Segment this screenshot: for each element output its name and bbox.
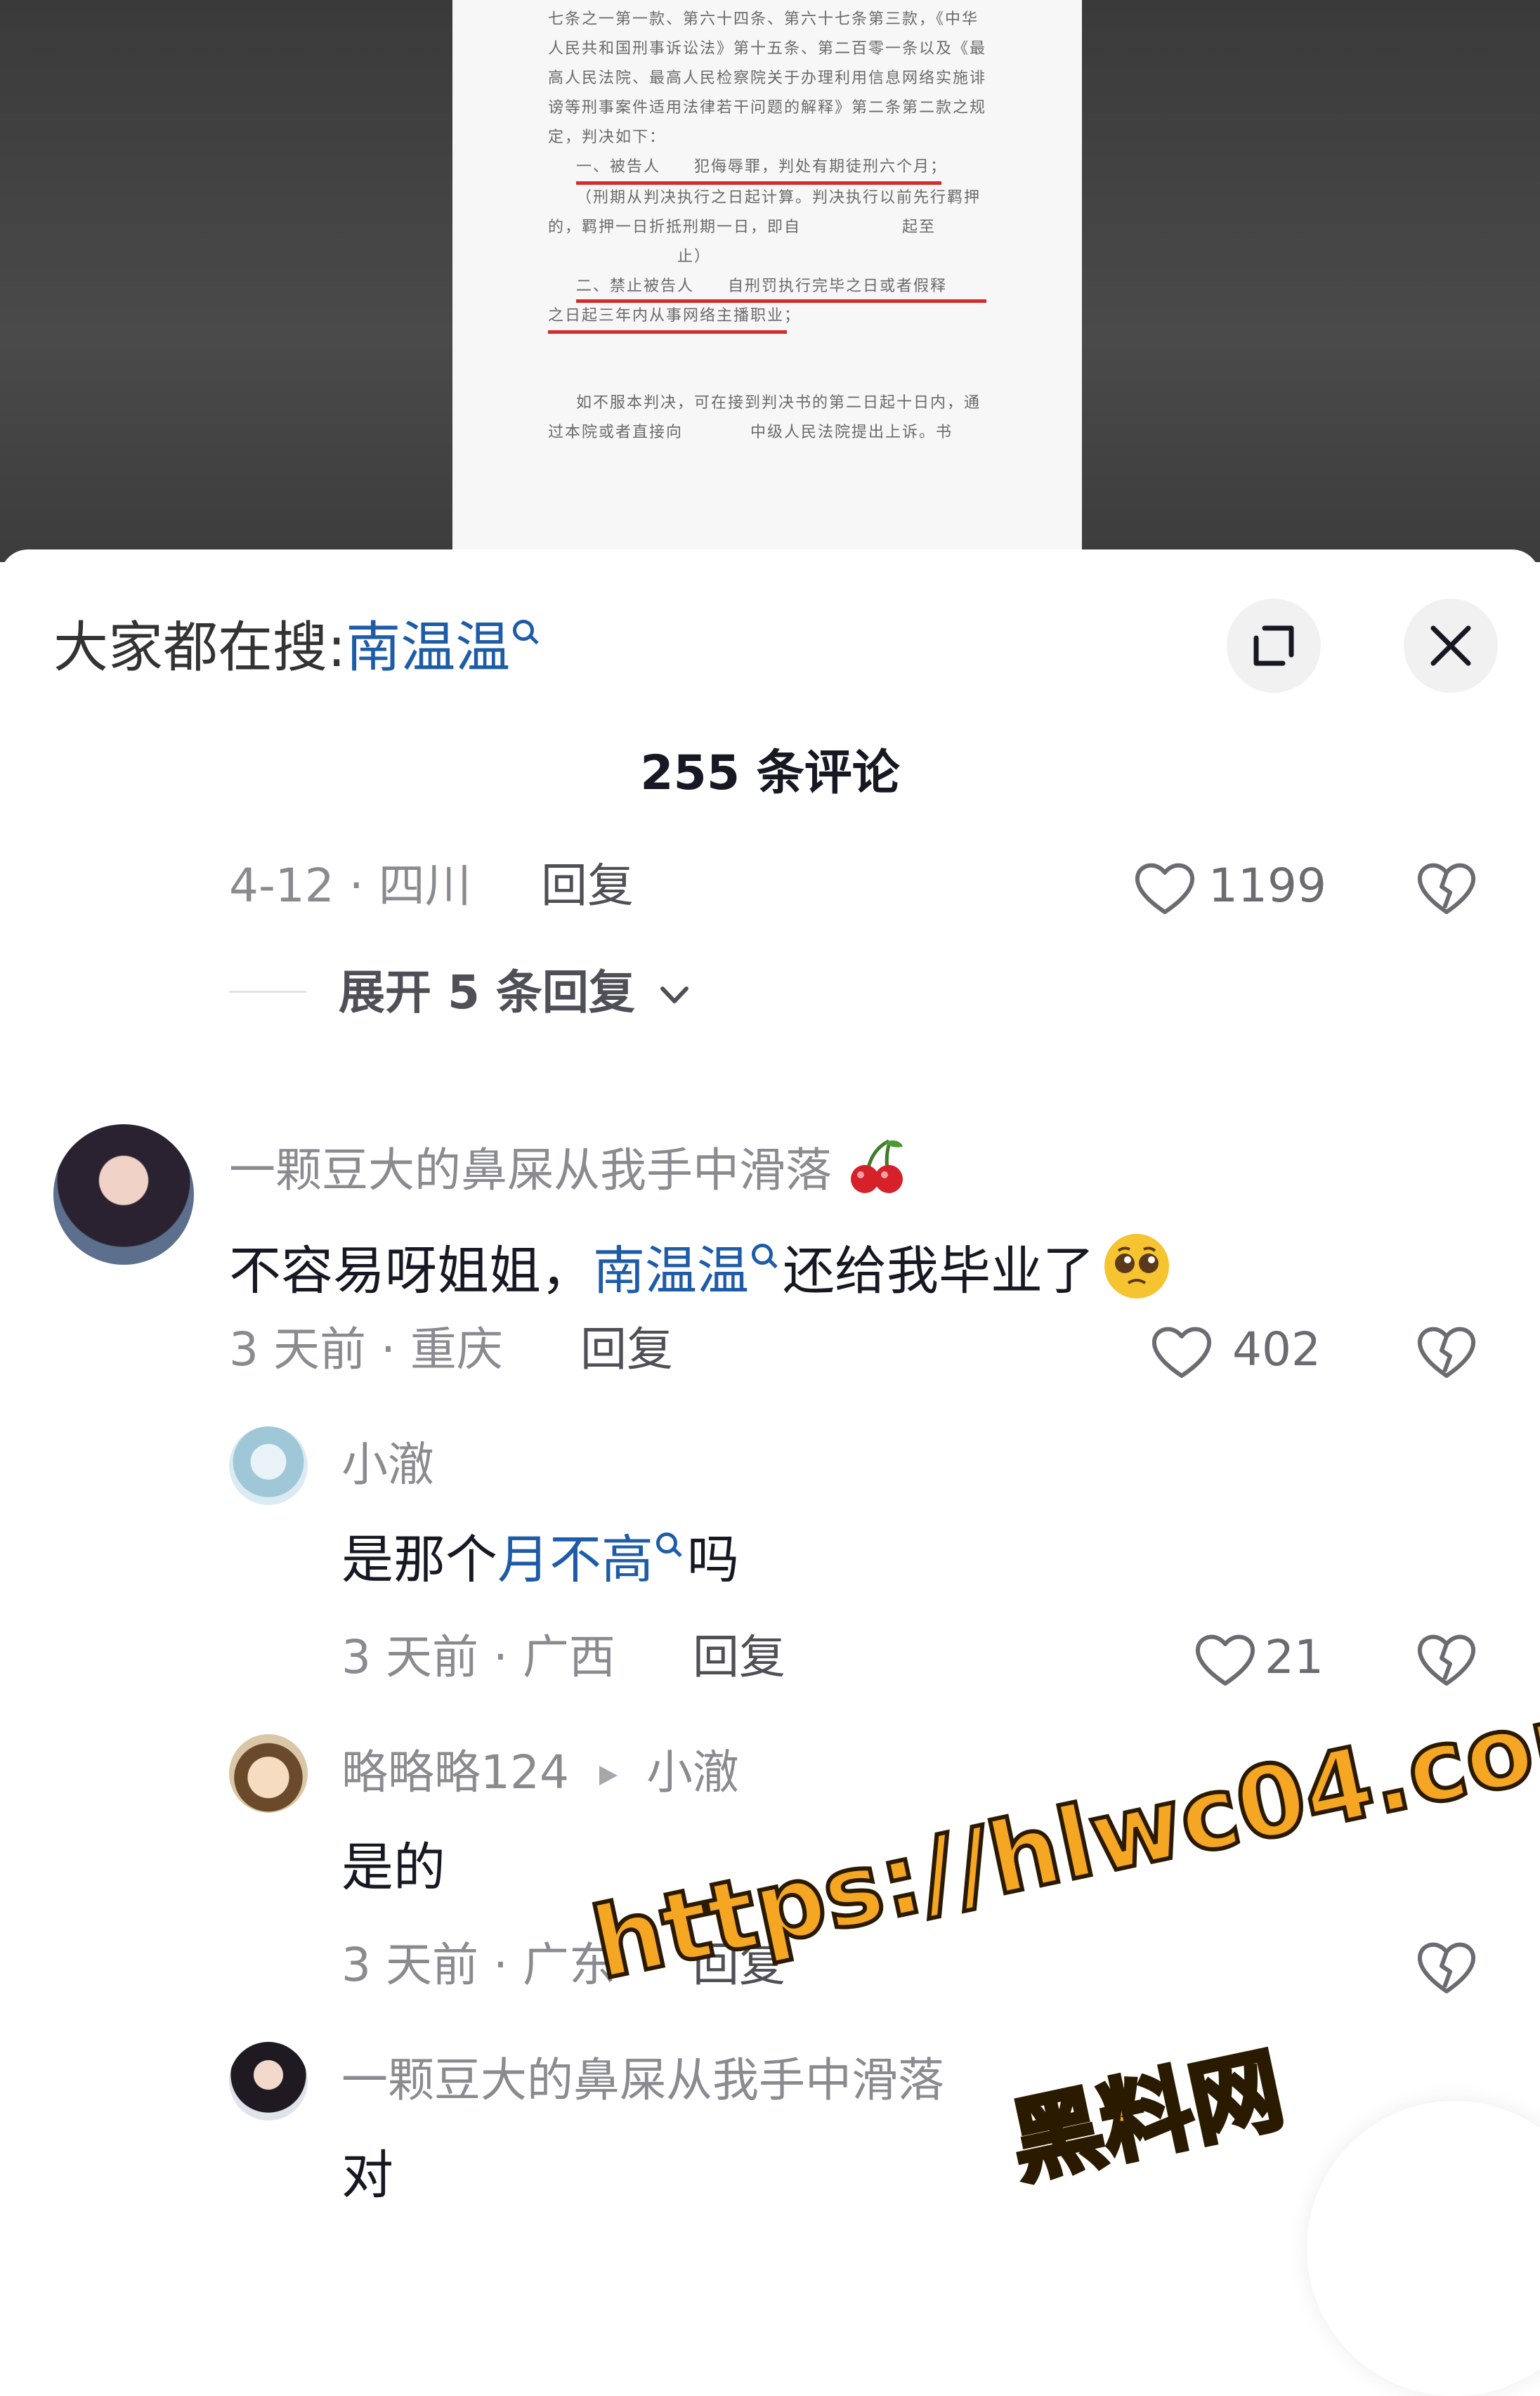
doc-line: 人民共和国刑事诉讼法》第十五条、第二百零一条以及《最 <box>548 40 987 58</box>
expand-replies-button[interactable]: 展开 5 条回复 <box>339 961 692 1024</box>
heart-icon <box>1196 1634 1255 1686</box>
divider <box>229 991 306 993</box>
reply-button[interactable]: 回复 <box>693 1626 785 1689</box>
dislike-button[interactable] <box>1415 1630 1478 1691</box>
doc-line: 二、禁止被告人 自刑罚执行完毕之日或者假释 <box>576 278 948 295</box>
comment-text: 不容易呀姐姐，南温温 还给我毕业了 <box>229 1218 1172 1306</box>
doc-line: 如不服本判决，可在接到判决书的第二日起十日内，通 <box>576 394 981 412</box>
reply-username[interactable]: 略略略124 <box>341 1745 569 1799</box>
reply-meta: 3 天前 · 广东 <box>341 1938 615 1992</box>
username-text: 一颗豆大的鼻屎从我手中滑落 <box>229 1143 832 1197</box>
cherry-icon <box>850 1139 903 1193</box>
doc-line: 谤等刑事案件适用法律若干问题的解释》第二条第二款之规 <box>548 99 987 117</box>
doc-line: 之日起三年内从事网络主播职业； <box>548 307 802 325</box>
doc-line: 定，判决如下： <box>548 129 667 146</box>
trending-search-label: 大家都在搜 <box>53 616 328 679</box>
doc-line: 一、被告人 犯侮辱罪，判处有期徒刑六个月； <box>576 158 948 176</box>
avatar[interactable] <box>53 1124 194 1265</box>
search-separator: : <box>327 616 346 679</box>
reply-text: 是那个月不高吗 <box>341 1525 739 1595</box>
doc-line: 的，羁押一日折抵刑期一日，即自 起至 <box>548 219 937 236</box>
doc-line: 七条之一第一款、第六十四条、第六十七条第三款，《中华 <box>548 11 979 28</box>
dislike-button[interactable] <box>1415 1322 1478 1383</box>
avatar[interactable] <box>229 1426 308 1505</box>
reply-keyword-link[interactable]: 月不高 <box>497 1530 653 1590</box>
reply-username[interactable]: 小澈 <box>341 1433 434 1497</box>
reply-button[interactable]: 回复 <box>541 854 634 918</box>
like-button[interactable] <box>1133 859 1197 919</box>
comment-text-part: 不容易呀姐姐， <box>229 1241 593 1301</box>
red-underline <box>548 330 787 334</box>
avatar[interactable] <box>229 1734 308 1813</box>
reply-text: 对 <box>341 2145 393 2206</box>
broken-heart-icon <box>1418 863 1475 914</box>
like-button[interactable] <box>1149 1322 1214 1383</box>
avatar[interactable] <box>229 2042 308 2121</box>
reply-arrow-icon <box>599 1766 618 1785</box>
like-count: 402 <box>1232 1322 1321 1376</box>
heart-icon <box>1135 863 1194 914</box>
trending-search-bar[interactable]: 大家都在搜:南温温 <box>53 613 535 683</box>
comment-meta: 4-12 · 四川 <box>229 859 471 913</box>
like-count: 21 <box>1265 1630 1324 1684</box>
reply-text: 是的 <box>341 1837 445 1898</box>
close-icon <box>1430 625 1471 666</box>
like-count: 1199 <box>1208 859 1326 913</box>
reply-meta: 3 天前 · 广西 <box>341 1630 615 1684</box>
reply-username[interactable]: 一颗豆大的鼻屎从我手中滑落 <box>341 2049 944 2112</box>
comment-username[interactable]: 一颗豆大的鼻屎从我手中滑落 <box>229 1126 907 1202</box>
dislike-button[interactable] <box>1415 1938 1478 1998</box>
search-icon <box>513 620 535 641</box>
doc-line: 止） <box>677 248 712 266</box>
court-document-image: 七条之一第一款、第六十四条、第六十七条第三款，《中华 人民共和国刑事诉讼法》第十… <box>452 0 1082 562</box>
comment-count: 255 条评论 <box>640 746 900 801</box>
doc-line: 高人民法院、最高人民检察院关于办理利用信息网络实施诽 <box>548 70 987 87</box>
red-underline <box>576 181 941 185</box>
pleading-face-icon <box>1104 1234 1169 1298</box>
heart-icon <box>1152 1327 1211 1378</box>
expand-replies-label: 展开 5 条回复 <box>339 965 635 1020</box>
search-icon <box>656 1532 677 1554</box>
expand-icon <box>1253 625 1294 666</box>
red-underline <box>576 299 986 303</box>
close-button[interactable] <box>1404 599 1498 693</box>
like-button[interactable] <box>1193 1630 1258 1691</box>
broken-heart-icon <box>1418 1327 1475 1378</box>
reply-text-part: 是那个 <box>341 1530 497 1590</box>
comment-meta: 3 天前 · 重庆 <box>229 1322 503 1376</box>
comment-keyword-link[interactable]: 南温温 <box>593 1241 749 1301</box>
chevron-down-icon <box>660 987 689 1003</box>
reply-text-part: 吗 <box>687 1530 739 1590</box>
doc-line: （刑期从判决执行之日起计算。判决执行以前先行羁押 <box>576 189 981 207</box>
reply-to-username[interactable]: 小澈 <box>646 1745 739 1799</box>
expand-button[interactable] <box>1227 599 1321 693</box>
reply-button[interactable]: 回复 <box>580 1318 673 1381</box>
reply-username-line: 略略略124 小澈 <box>341 1741 739 1804</box>
broken-heart-icon <box>1418 1634 1475 1686</box>
search-icon <box>752 1244 773 1265</box>
doc-line: 过本院或者直接向 中级人民法院提出上诉。书 <box>548 424 953 441</box>
comment-text-part: 还给我毕业了 <box>783 1241 1095 1301</box>
search-keyword-link[interactable]: 南温温 <box>346 616 510 679</box>
broken-heart-icon <box>1418 1942 1475 1993</box>
dislike-button[interactable] <box>1415 859 1478 919</box>
